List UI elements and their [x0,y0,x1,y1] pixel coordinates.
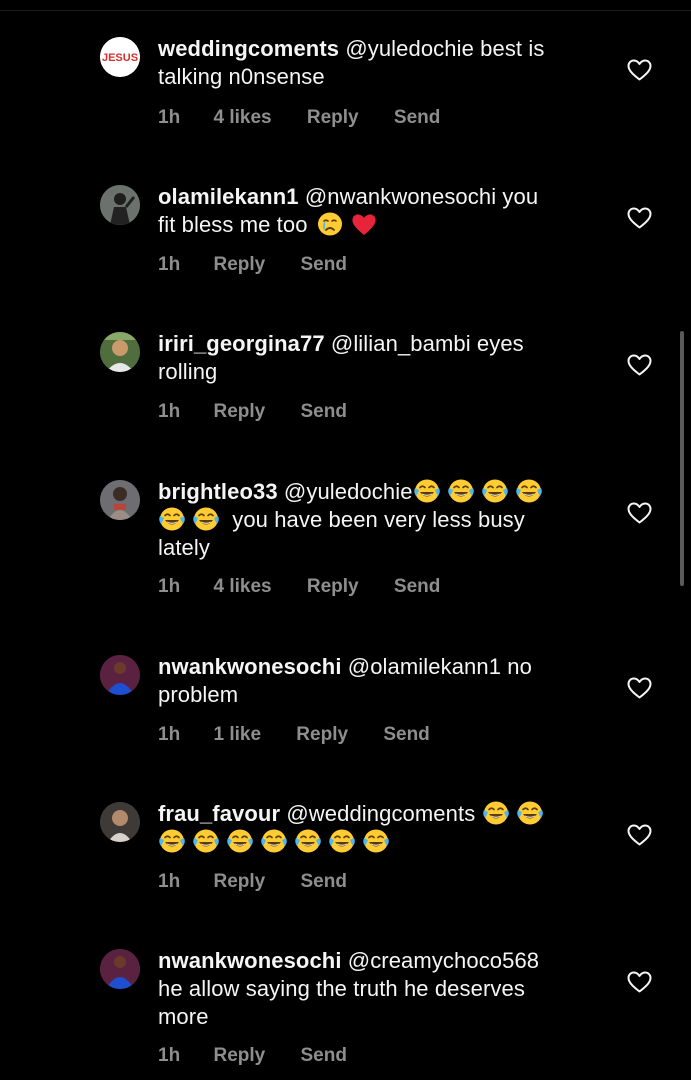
comment-text: iriri_georgina77 @lilian_bambi eyes roll… [158,330,598,386]
avatar[interactable] [100,655,140,695]
tears-of-joy-emoji [226,828,254,854]
comment-body: talking n0nsense [158,64,325,89]
comment-time: 1h [158,576,181,597]
comment-body: lately [158,535,210,560]
reply-button[interactable]: Reply [307,576,359,598]
send-button[interactable]: Send [301,1045,347,1067]
comment-body: more [158,1004,209,1029]
tears-of-joy-emoji [192,828,220,854]
comment-meta: 1h Reply Send [158,254,347,276]
red-heart-emoji [350,211,378,237]
tears-of-joy-emoji [516,800,544,826]
comment-body: @lilian_bambi eyes [330,331,524,356]
comment-text: weddingcoments @yuledochie best is talki… [158,35,598,91]
comment-meta: 1h 1 like Reply Send [158,724,430,746]
likes-count[interactable]: 4 likes [213,576,271,598]
tears-of-joy-emoji [482,800,510,826]
comment-body: @olamilekann1 no [347,654,532,679]
reply-button[interactable]: Reply [296,724,348,746]
comment-text: frau_favour @weddingcoments [158,800,598,856]
comment-time: 1h [158,724,181,745]
comment-time: 1h [158,1045,181,1066]
svg-text:JESUS: JESUS [102,52,138,64]
send-button[interactable]: Send [301,871,347,893]
comment-body: you have been very less busy [232,507,525,532]
reply-button[interactable]: Reply [213,1045,265,1067]
reply-button[interactable]: Reply [213,871,265,893]
tears-of-joy-emoji [294,828,322,854]
avatar[interactable] [100,480,140,520]
tears-of-joy-emoji [447,478,475,504]
send-button[interactable]: Send [301,254,347,276]
comment-username[interactable]: brightleo33 [158,479,278,504]
comment-body: rolling [158,359,218,384]
comment-username[interactable]: frau_favour [158,801,280,826]
comment-time: 1h [158,254,181,275]
comment-body: @nwankwonesochi you [304,184,539,209]
tears-of-joy-emoji [481,478,509,504]
comment-time: 1h [158,401,181,422]
comment-body: problem [158,682,239,707]
heart-icon[interactable] [627,824,652,846]
comment-username[interactable]: weddingcoments [158,36,339,61]
send-button[interactable]: Send [394,576,440,598]
comment-meta: 1h Reply Send [158,401,347,423]
tears-of-joy-emoji [260,828,288,854]
send-button[interactable]: Send [394,107,440,129]
heart-icon[interactable] [627,59,652,81]
comment-text: brightleo33 @yuledochie you have been ve… [158,478,598,562]
comment-meta: 1h Reply Send [158,1045,347,1067]
avatar[interactable] [100,185,140,225]
comment-body: he allow saying the truth he deserves [158,976,525,1001]
comment-body: @yuledochie [283,479,413,504]
reply-button[interactable]: Reply [213,401,265,423]
comment-body: fit bless me too [158,212,308,237]
avatar[interactable] [100,332,140,372]
heart-icon[interactable] [627,677,652,699]
avatar[interactable] [100,949,140,989]
comment-username[interactable]: nwankwonesochi [158,948,342,973]
scrollbar[interactable] [680,331,684,586]
heart-icon[interactable] [627,971,652,993]
comment-meta: 1h 4 likes Reply Send [158,576,440,598]
comment-username[interactable]: olamilekann1 [158,184,299,209]
top-divider [0,10,691,11]
comment-username[interactable]: iriri_georgina77 [158,331,325,356]
tears-of-joy-emoji [192,506,220,532]
tears-of-joy-emoji [328,828,356,854]
comment-meta: 1h 4 likes Reply Send [158,107,440,129]
comment-time: 1h [158,107,181,128]
comment-text: nwankwonesochi @creamychoco568 he allow … [158,947,598,1031]
crying-face-emoji [316,211,344,237]
avatar[interactable]: JESUS [100,37,140,77]
comment-body: @weddingcoments [286,801,476,826]
comment-text: nwankwonesochi @olamilekann1 no problem [158,653,598,709]
comment-time: 1h [158,871,181,892]
comment-meta: 1h Reply Send [158,871,347,893]
reply-button[interactable]: Reply [307,107,359,129]
likes-count[interactable]: 1 like [213,724,261,746]
heart-icon[interactable] [627,502,652,524]
tears-of-joy-emoji [362,828,390,854]
heart-icon[interactable] [627,354,652,376]
tears-of-joy-emoji [158,828,186,854]
tears-of-joy-emoji [515,478,543,504]
send-button[interactable]: Send [383,724,429,746]
comment-username[interactable]: nwankwonesochi [158,654,342,679]
likes-count[interactable]: 4 likes [213,107,271,129]
avatar[interactable] [100,802,140,842]
comment-text: olamilekann1 @nwankwonesochi you fit ble… [158,183,598,239]
comment-body: @creamychoco568 [347,948,540,973]
reply-button[interactable]: Reply [213,254,265,276]
tears-of-joy-emoji [413,478,441,504]
heart-icon[interactable] [627,207,652,229]
tears-of-joy-emoji [158,506,186,532]
send-button[interactable]: Send [301,401,347,423]
comment-body: @yuledochie best is [345,36,545,61]
